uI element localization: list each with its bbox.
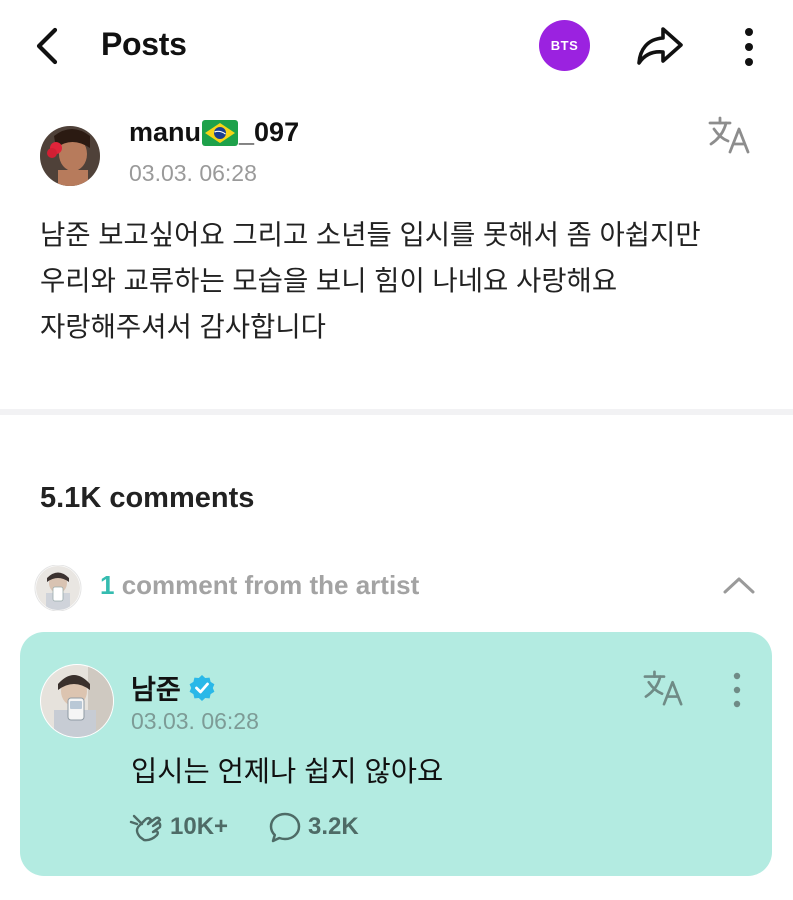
translate-icon [708, 116, 750, 154]
username-suffix: _097 [239, 117, 300, 147]
post-translate-button[interactable] [706, 114, 754, 156]
more-options-button[interactable] [734, 22, 764, 70]
share-button[interactable] [632, 20, 688, 72]
page-title: Posts [101, 26, 187, 62]
cheer-icon [129, 814, 162, 842]
reply-button[interactable]: 3.2K [268, 810, 359, 844]
share-arrow-icon [637, 27, 683, 65]
artist-avatar[interactable] [40, 664, 114, 738]
speech-bubble-icon [269, 812, 301, 843]
post-author-name[interactable]: manu _097 [129, 117, 299, 148]
community-badge[interactable]: BTS [539, 20, 590, 71]
artist-translate-button[interactable] [641, 668, 687, 708]
back-button[interactable] [28, 22, 68, 70]
brazil-flag-icon [202, 119, 239, 146]
artist-comments-toggle[interactable]: 1 comment from the artist [100, 570, 419, 601]
section-divider [0, 409, 793, 415]
artist-comment-count: 1 [100, 570, 115, 600]
community-badge-label: BTS [550, 38, 579, 53]
post-author-avatar[interactable] [40, 126, 112, 186]
post-body: 남준 보고싶어요 그리고 소년들 입시를 못해서 좀 아쉽지만 우리와 교류하는… [40, 219, 701, 342]
artist-comment-label: comment from the artist [114, 570, 420, 600]
chevron-up-icon [723, 577, 755, 594]
reply-count: 3.2K [308, 813, 359, 840]
post-date: 03.03. 06:28 [129, 160, 257, 186]
chevron-left-icon [36, 27, 58, 65]
translate-icon [643, 670, 683, 706]
vertical-dots-icon [733, 672, 741, 708]
username-prefix: manu [129, 117, 202, 147]
artist-comment-more-button[interactable] [725, 668, 749, 714]
artist-comment-date: 03.03. 06:28 [131, 708, 259, 734]
artist-mini-avatar [34, 565, 82, 611]
collapse-button[interactable] [718, 566, 760, 604]
artist-name[interactable]: 남준 [131, 668, 217, 707]
like-count: 10K+ [170, 813, 229, 840]
vertical-dots-icon [745, 28, 753, 66]
comments-count: 5.1K comments [40, 482, 255, 514]
artist-name-label: 남준 [131, 675, 181, 705]
artist-comment-text: 입시는 언제나 쉽지 않아요 [131, 756, 444, 788]
like-button[interactable]: 10K+ [128, 810, 228, 844]
verified-badge-icon [189, 674, 215, 701]
